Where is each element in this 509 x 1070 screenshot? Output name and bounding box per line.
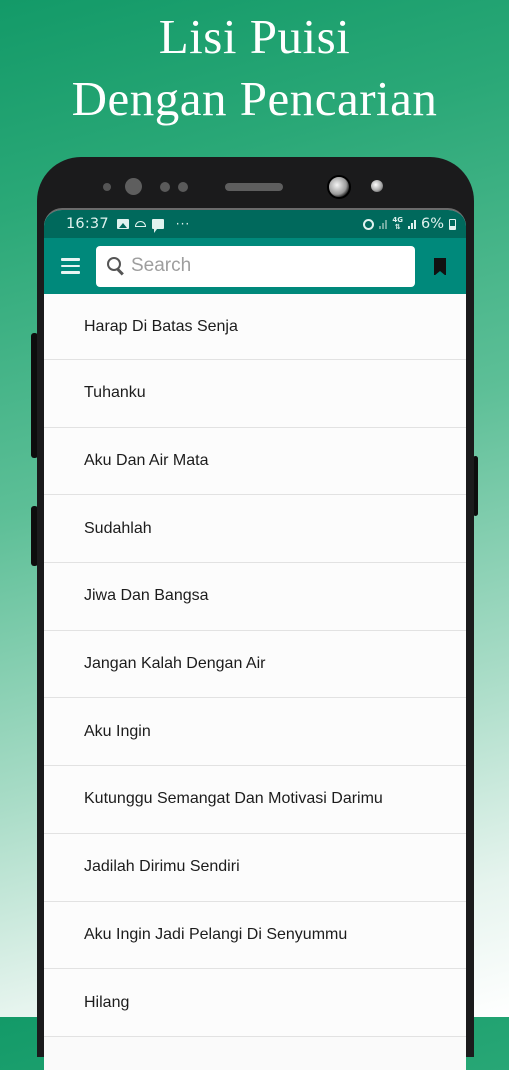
- sensor-icon: [125, 178, 142, 195]
- search-box[interactable]: [96, 245, 415, 287]
- poem-list-item[interactable]: Jiwa Dan Bangsa: [44, 563, 466, 631]
- poem-title: Tuhanku: [84, 384, 146, 402]
- sensor-icon: [160, 182, 170, 192]
- poem-list-item[interactable]: Tuhanku: [44, 360, 466, 428]
- more-dots-icon: ···: [175, 217, 191, 231]
- search-input[interactable]: [131, 255, 391, 277]
- poem-title: Jangan Kalah Dengan Air: [84, 655, 266, 673]
- poem-list-item[interactable]: Sudahlah: [44, 495, 466, 564]
- signal-icon: [407, 219, 416, 229]
- alarm-icon: [363, 218, 375, 230]
- poem-title: Hilang: [84, 993, 130, 1011]
- poem-list-item[interactable]: Jadilah Dirimu Sendiri: [44, 833, 466, 902]
- poem-title: Sudahlah: [84, 519, 152, 537]
- poem-list-item[interactable]: Aku Dan Air Mata: [44, 427, 466, 496]
- promo-title-line-2: Dengan Pencarian: [71, 71, 438, 126]
- message-icon: [151, 219, 164, 233]
- poem-title: Jadilah Dirimu Sendiri: [84, 858, 240, 876]
- search-icon: [105, 255, 127, 277]
- promo-title: Lisi Puisi Dengan Pencarian: [0, 6, 509, 130]
- poem-title: Kutunggu Semangat Dan Motivasi Darimu: [84, 790, 383, 808]
- app-screen: 16:37 ··· 4G ⇅ 6% Search Harap Di Batas …: [44, 208, 466, 1070]
- promo-title-line-1: Lisi Puisi: [158, 9, 351, 64]
- poem-title: Aku Ingin: [84, 722, 151, 740]
- sensor-icon: [178, 182, 188, 192]
- network-4g-icon: 4G ⇅: [392, 216, 403, 231]
- poem-list-item[interactable]: Aku Ingin: [44, 698, 466, 767]
- front-camera-icon: [327, 175, 351, 199]
- app-toolbar: [44, 238, 466, 294]
- poem-list: Harap Di Batas Senja Tuhanku Aku Dan Air…: [44, 294, 466, 1037]
- status-time: 16:37: [66, 216, 109, 232]
- battery-percent: 6%: [420, 216, 444, 232]
- network-label: 4G: [392, 216, 403, 224]
- dome-icon: [134, 221, 146, 227]
- hamburger-menu-icon[interactable]: [44, 238, 96, 294]
- poem-list-item[interactable]: Kutunggu Semangat Dan Motivasi Darimu: [44, 766, 466, 834]
- poem-title: Harap Di Batas Senja: [84, 317, 238, 335]
- poem-list-item[interactable]: Hilang: [44, 969, 466, 1037]
- proximity-sensor-icon: [371, 180, 383, 192]
- poem-list-item[interactable]: Jangan Kalah Dengan Air: [44, 630, 466, 699]
- poem-title: Jiwa Dan Bangsa: [84, 587, 209, 605]
- status-bar: 16:37 ··· 4G ⇅ 6%: [44, 210, 466, 238]
- bookmark-icon: [434, 257, 446, 276]
- signal-icon: [379, 219, 388, 229]
- poem-title: Aku Dan Air Mata: [84, 452, 209, 470]
- bookmark-button[interactable]: [415, 238, 465, 294]
- gallery-icon: [116, 219, 129, 229]
- earpiece-speaker: [225, 183, 283, 191]
- poem-list-item[interactable]: Aku Ingin Jadi Pelangi Di Senyummu: [44, 901, 466, 970]
- sensor-icon: [103, 183, 111, 191]
- poem-title: Aku Ingin Jadi Pelangi Di Senyummu: [84, 925, 348, 943]
- phone-frame: 16:37 ··· 4G ⇅ 6% Search Harap Di Batas …: [37, 157, 474, 1070]
- battery-icon: [449, 218, 456, 230]
- poem-list-item[interactable]: Harap Di Batas Senja: [44, 294, 466, 360]
